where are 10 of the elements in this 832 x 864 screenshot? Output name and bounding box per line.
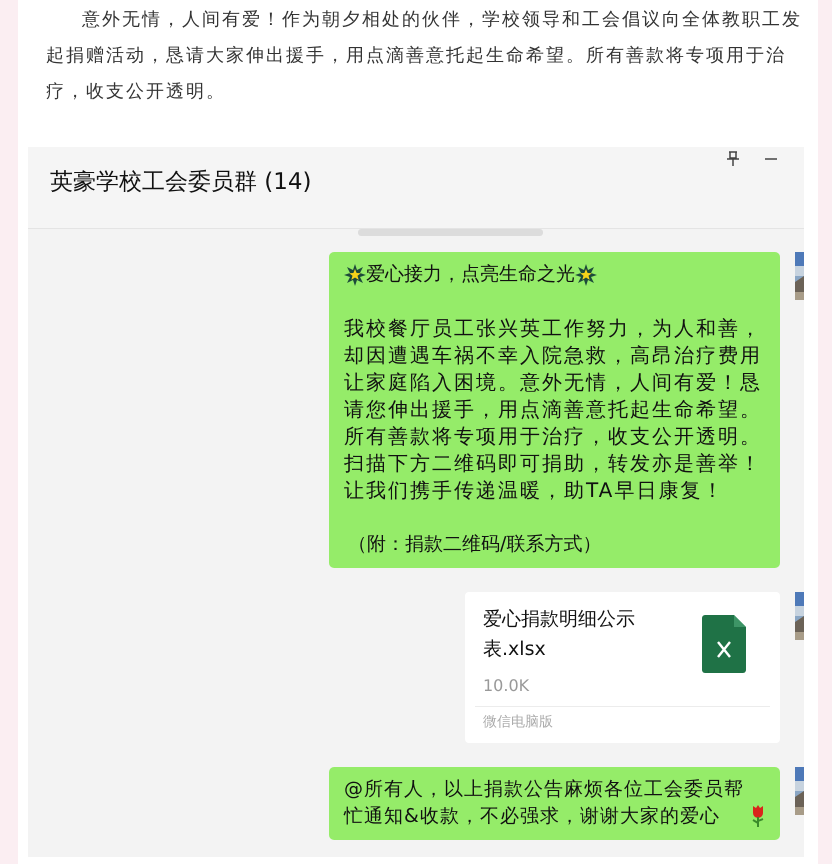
file-name: 爱心捐款明细公示表.xlsx: [483, 607, 636, 662]
message-text: 我校餐厅员工张兴英工作努力，为人和善，却因遭遇车祸不幸入院急救，高昂治疗费用让家庭陷入困境。意外无情，人间有爱！恳请您伸出援手，用点滴善意托起生命希望。所有善款将专项用于治疗，收支公开透明。扫描下方二维码即可捐助，转发亦是善举！让我们携手传递温暖，助TA早日康复！: [344, 315, 763, 504]
source-label: 微信电脑版: [475, 706, 770, 743]
message-note: （附：捐款二维码/联系方式）: [347, 532, 602, 557]
file-size: 10.0K: [483, 675, 530, 697]
message-heading: 爱心接力，点亮生命之光: [366, 262, 575, 287]
file-card[interactable]: 爱心捐款明细公示表.xlsx 10.0K 微信电脑版: [465, 592, 780, 743]
chat-title: 英豪学校工会委员群 (14): [50, 168, 312, 194]
article-paragraph: 意外无情，人间有爱！作为朝夕相处的伙伴，学校领导和工会倡议向全体教职工发起捐赠活动，恳请大家伸出援手，用点滴善意托起生命希望。所有善款将专项用于治疗，收支公开透明。: [45, 8, 803, 104]
message-text: @所有人，以上捐款公告麻烦各位工会委员帮忙通知&收款，不必强求，谢谢大家的爱心: [344, 777, 745, 829]
